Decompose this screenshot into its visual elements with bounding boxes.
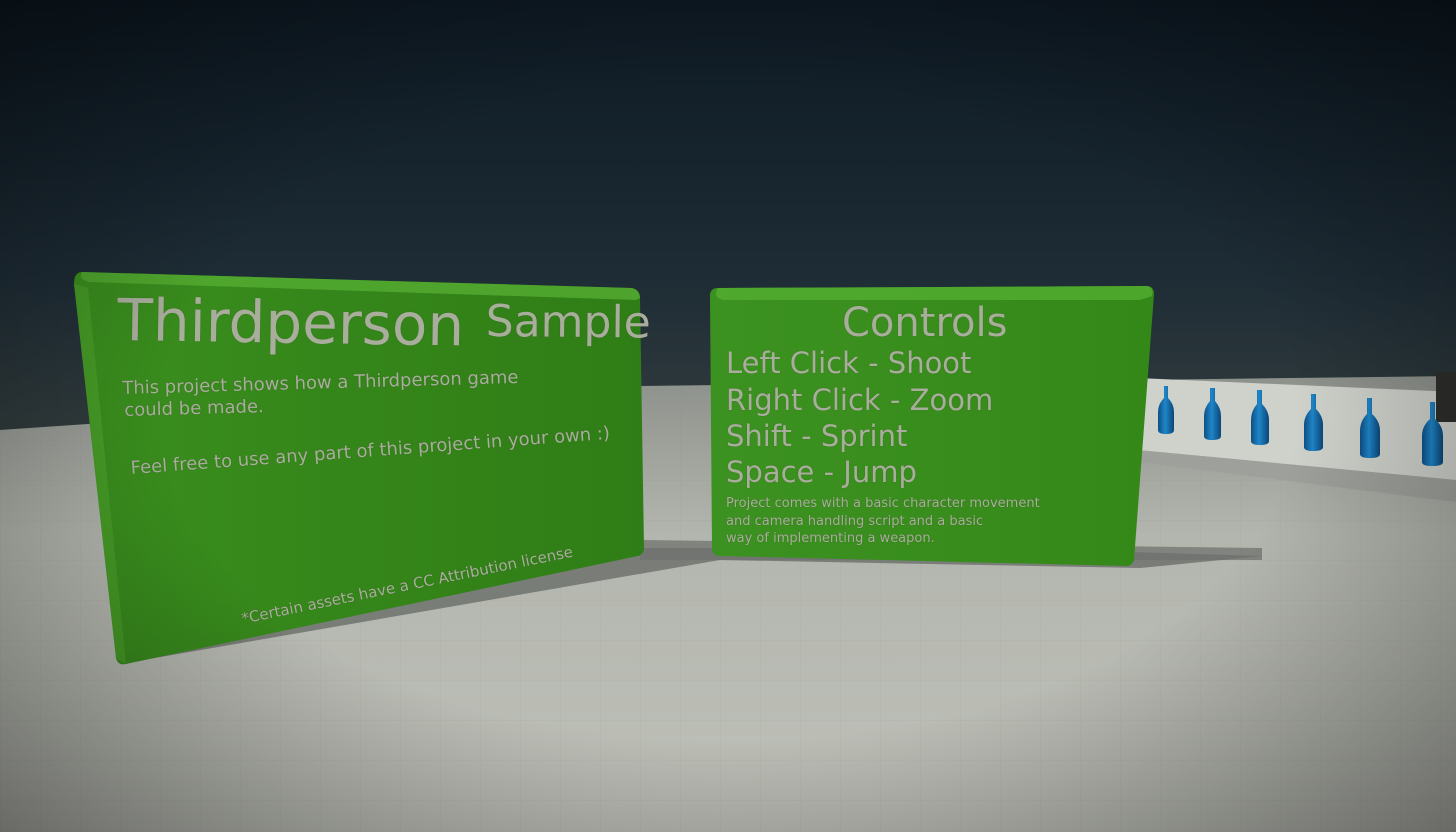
control-binding: Shift - Sprint bbox=[726, 419, 908, 453]
left-sign-description-line: could be made. bbox=[124, 396, 265, 421]
control-binding: Right Click - Zoom bbox=[726, 383, 994, 417]
project-note-line: way of implementing a weapon. bbox=[726, 531, 935, 546]
control-binding: Space - Jump bbox=[726, 455, 917, 489]
left-sign-title: Thirdperson bbox=[116, 286, 465, 360]
left-sign-title-secondary: Sample bbox=[485, 296, 651, 349]
control-binding: Left Click - Shoot bbox=[726, 346, 972, 380]
game-viewport[interactable]: Thirdperson Sample This project shows ho… bbox=[0, 0, 1456, 832]
dark-block bbox=[1436, 372, 1456, 422]
project-note-line: and camera handling script and a basic bbox=[726, 514, 984, 529]
controls-title: Controls bbox=[842, 300, 1008, 346]
project-note-line: Project comes with a basic character mov… bbox=[726, 496, 1040, 511]
